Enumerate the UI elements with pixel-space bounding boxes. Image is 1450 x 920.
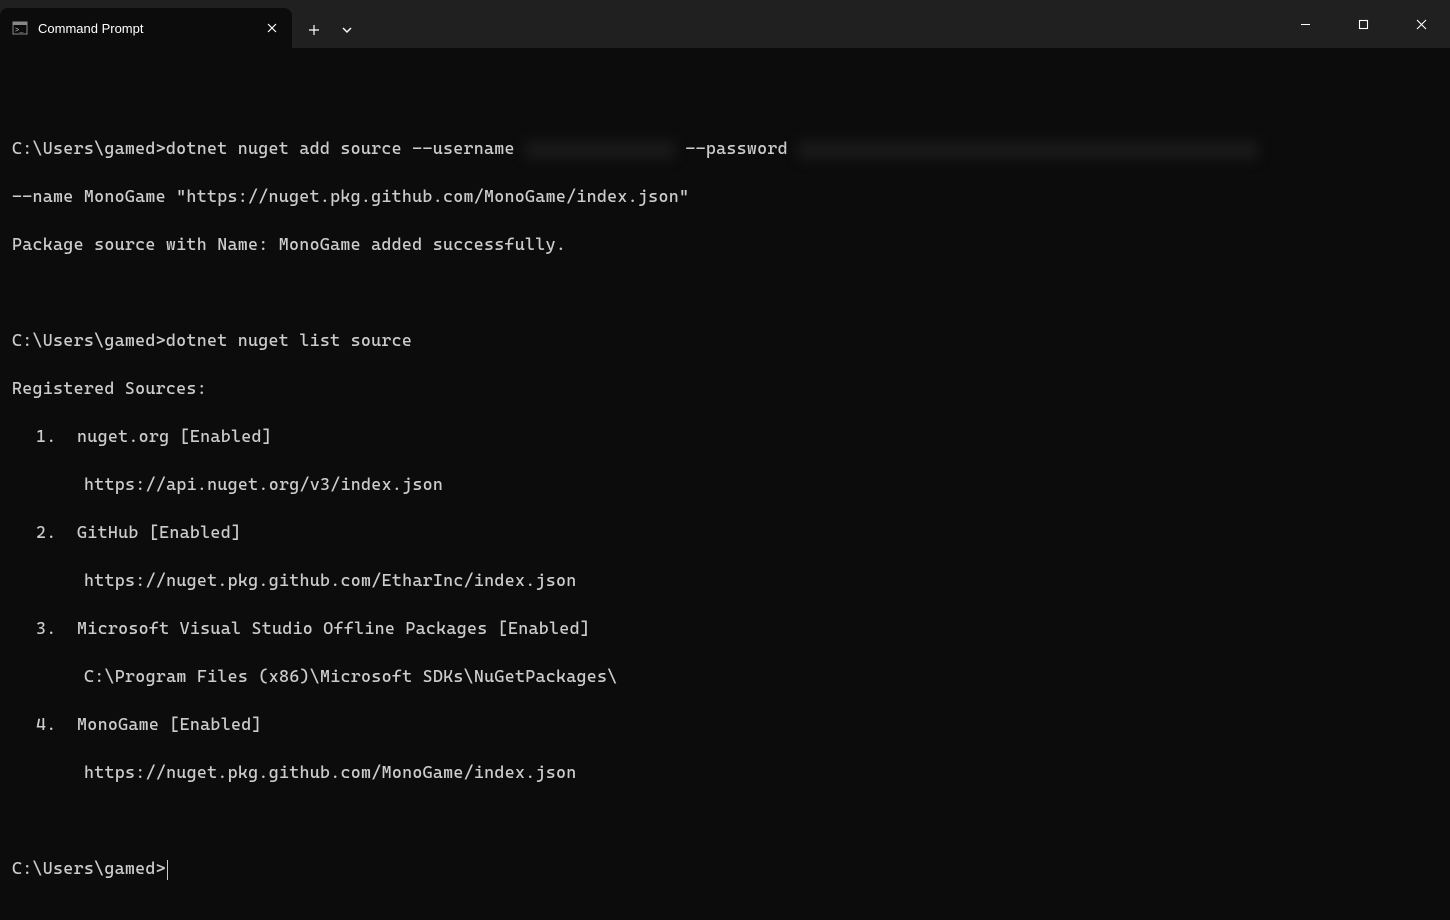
source-name-status: 4. MonoGame [Enabled] — [36, 714, 262, 734]
terminal-line — [12, 808, 1438, 832]
new-tab-button[interactable] — [296, 12, 332, 48]
terminal-line: C:\Users\gamed>dotnet nuget add source -… — [12, 136, 1438, 160]
output-text: Package source with Name: MonoGame added… — [12, 234, 566, 254]
close-button[interactable] — [1392, 0, 1450, 48]
maximize-button[interactable] — [1334, 0, 1392, 48]
window-controls — [1276, 0, 1450, 48]
terminal-line: Package source with Name: MonoGame added… — [12, 232, 1438, 256]
terminal-line: --name MonoGame "https://nuget.pkg.githu… — [12, 184, 1438, 208]
cmd-text: --name MonoGame "https://nuget.pkg.githu… — [12, 186, 689, 206]
cmd-icon: >_ — [12, 20, 28, 36]
text-cursor — [167, 860, 168, 880]
source-entry: 3. Microsoft Visual Studio Offline Packa… — [12, 616, 1438, 640]
source-location: https://nuget.pkg.github.com/EtharInc/in… — [12, 568, 1438, 592]
source-location: https://nuget.pkg.github.com/MonoGame/in… — [12, 760, 1438, 784]
source-name-status: 2. GitHub [Enabled] — [36, 522, 241, 542]
cmd-text: dotnet nuget list source — [166, 330, 412, 350]
tab-title: Command Prompt — [38, 21, 262, 36]
cmd-text: dotnet nuget add source --username — [166, 138, 525, 158]
svg-text:>_: >_ — [15, 27, 24, 35]
terminal-line: Registered Sources: — [12, 376, 1438, 400]
output-text: Registered Sources: — [12, 378, 207, 398]
redacted-password — [798, 141, 1258, 159]
minimize-button[interactable] — [1276, 0, 1334, 48]
terminal-line: C:\Users\gamed> — [12, 856, 1438, 880]
terminal-line — [12, 280, 1438, 304]
source-entry: 2. GitHub [Enabled] — [12, 520, 1438, 544]
cmd-text: --password — [675, 138, 798, 158]
source-location: https://api.nuget.org/v3/index.json — [12, 472, 1438, 496]
prompt-text: C:\Users\gamed> — [12, 858, 166, 878]
source-name-status: 3. Microsoft Visual Studio Offline Packa… — [36, 618, 590, 638]
tab-command-prompt[interactable]: >_ Command Prompt — [0, 8, 292, 48]
titlebar: >_ Command Prompt — [0, 0, 1450, 48]
tab-close-button[interactable] — [262, 18, 282, 38]
tab-dropdown-button[interactable] — [332, 12, 362, 48]
source-entry: 1. nuget.org [Enabled] — [12, 424, 1438, 448]
source-entry: 4. MonoGame [Enabled] — [12, 712, 1438, 736]
prompt-text: C:\Users\gamed> — [12, 330, 166, 350]
terminal-line: C:\Users\gamed>dotnet nuget list source — [12, 328, 1438, 352]
source-location: C:\Program Files (x86)\Microsoft SDKs\Nu… — [12, 664, 1438, 688]
tabs-area: >_ Command Prompt — [0, 0, 1276, 48]
source-name-status: 1. nuget.org [Enabled] — [36, 426, 272, 446]
redacted-username — [525, 141, 675, 159]
terminal-output[interactable]: C:\Users\gamed>dotnet nuget add source -… — [0, 48, 1450, 920]
terminal-line — [12, 88, 1438, 112]
prompt-text: C:\Users\gamed> — [12, 138, 166, 158]
